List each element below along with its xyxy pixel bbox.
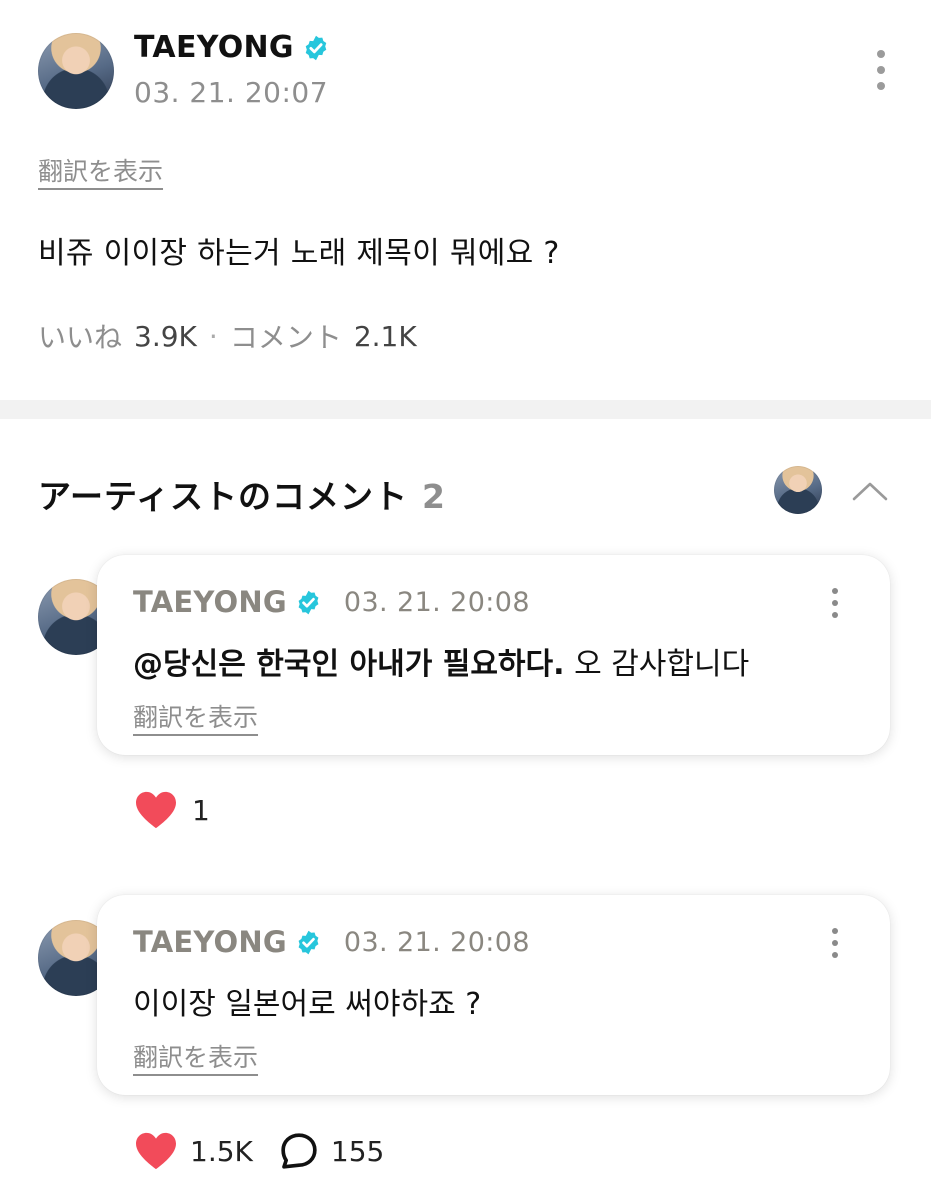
likes-count[interactable]: 3.9K [134, 320, 197, 353]
post-stats: いいね 3.9K · コメント 2.1K [38, 316, 417, 356]
comments-count[interactable]: 2.1K [354, 320, 417, 353]
more-vertical-icon[interactable] [825, 588, 845, 618]
section-divider [0, 400, 931, 419]
section-count: 2 [422, 477, 446, 516]
translate-link[interactable]: 翻訳を表示 [133, 698, 258, 734]
author-avatar[interactable] [38, 33, 114, 109]
post-body: 비쥬 이이장 하는거 노래 제목이 뭐에요 ? [38, 236, 560, 271]
verified-badge-icon [298, 590, 319, 614]
comment-body: 이이장 일본어로 써야하죠 ? [133, 987, 482, 1022]
heart-icon[interactable] [134, 1131, 178, 1171]
comment-actions: 1.5K 155 [134, 1131, 384, 1171]
comment-body: 오 감사합니다 [564, 647, 750, 682]
author-name[interactable]: TAEYONG [134, 30, 294, 65]
reply-count: 155 [330, 1134, 385, 1168]
stats-separator: · [208, 319, 218, 353]
translate-link[interactable]: 翻訳を表示 [38, 152, 163, 188]
like-count: 1.5K [190, 1134, 253, 1168]
more-vertical-icon[interactable] [871, 50, 891, 90]
comment-author[interactable]: TAEYONG [133, 925, 287, 959]
chevron-up-icon[interactable] [852, 480, 888, 502]
comment-author-row: TAEYONG 03. 21. 20:08 [133, 925, 530, 959]
section-title: アーティストのコメント [38, 477, 409, 516]
comment-actions: 1 [134, 790, 210, 830]
more-vertical-icon[interactable] [825, 928, 845, 958]
comment-text: @당신은 한국인 아내가 필요하다. 오 감사합니다 [133, 639, 749, 683]
verified-badge-icon [298, 930, 319, 954]
translate-link[interactable]: 翻訳を表示 [133, 1038, 258, 1074]
like-count: 1 [192, 793, 210, 827]
comment-timestamp: 03. 21. 20:08 [343, 926, 530, 958]
comments-label[interactable]: コメント [230, 316, 342, 356]
verified-badge-icon [305, 35, 327, 60]
post-author-row: TAEYONG [134, 30, 330, 65]
comment-card: TAEYONG 03. 21. 20:08 @당신은 한국인 아내가 필요하다.… [97, 555, 890, 755]
artist-comments-header: アーティストのコメント 2 [38, 470, 445, 518]
comment-author[interactable]: TAEYONG [133, 585, 287, 619]
likes-label[interactable]: いいね [38, 316, 122, 356]
comment-author-row: TAEYONG 03. 21. 20:08 [133, 585, 530, 619]
post-timestamp: 03. 21. 20:07 [134, 76, 329, 109]
heart-icon[interactable] [134, 790, 178, 830]
comment-timestamp: 03. 21. 20:08 [343, 586, 530, 618]
comment-card: TAEYONG 03. 21. 20:08 이이장 일본어로 써야하죠 ? 翻訳… [97, 895, 890, 1095]
mention[interactable]: @당신은 한국인 아내가 필요하다. [133, 647, 565, 682]
comment-bubble-icon[interactable] [279, 1131, 319, 1171]
section-avatar[interactable] [774, 466, 822, 514]
